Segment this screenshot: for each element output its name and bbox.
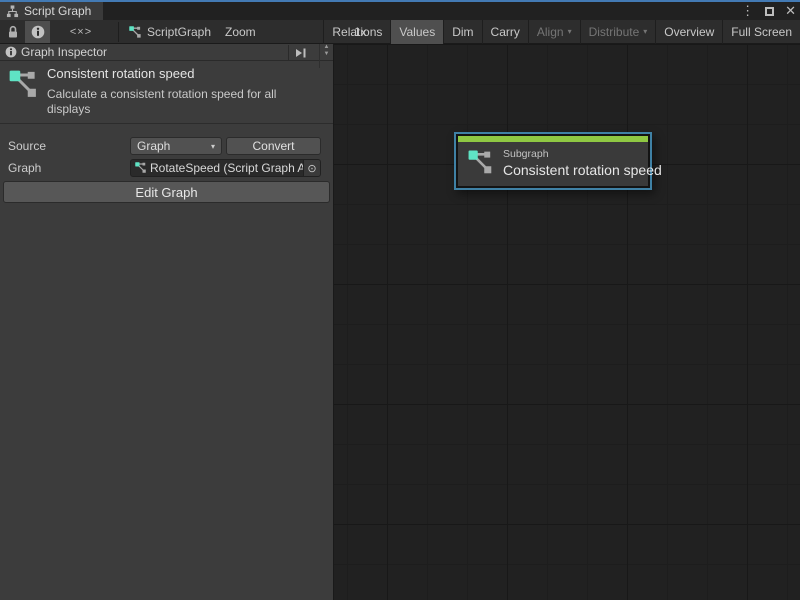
node-title: Consistent rotation speed [503,162,662,178]
tab-label: Script Graph [24,4,91,18]
toggle-label: Align [537,20,564,44]
inspector-header: Graph Inspector ▲ ▼ [0,44,333,61]
toggle-full-screen[interactable]: Full Screen [722,20,800,44]
toggle-label: Values [399,20,435,44]
tab-script-graph[interactable]: Script Graph [0,2,103,20]
lock-icon [7,25,19,39]
script-graph-window: Script Graph ⋮ ✕ <×> ScriptGraph Zoom 1x [0,0,800,600]
graph-icon-wrap [127,21,143,43]
graph-summary: Consistent rotation speed Calculate a co… [0,61,333,124]
window-maximize-icon[interactable] [765,7,774,16]
lock-button[interactable] [2,21,24,43]
code-view-button[interactable]: <×> [62,21,100,43]
code-view-icon: <×> [70,26,92,38]
header-divider [288,45,289,60]
script-graph-asset-icon [135,162,147,174]
info-icon [5,46,17,58]
window-controls: ⋮ ✕ [741,2,796,20]
convert-button-label: Convert [252,139,294,153]
toggle-label: Carry [491,20,520,44]
subgraph-icon [468,150,494,176]
graph-object-field[interactable]: RotateSpeed (Script Graph A ⊙ [130,159,321,177]
source-dropdown-value: Graph [137,139,211,153]
toggle-dim[interactable]: Dim [443,20,481,44]
toggle-label: Distribute [589,20,640,44]
node-body: Subgraph Consistent rotation speed [458,142,648,186]
graph-summary-title: Consistent rotation speed [47,66,194,81]
scroll-up-icon[interactable]: ▲ [324,44,330,51]
zoom-label: Zoom [225,20,256,44]
toggle-overview[interactable]: Overview [655,20,722,44]
subgraph-node[interactable]: Subgraph Consistent rotation speed [454,132,652,190]
edit-graph-button-label: Edit Graph [135,185,197,200]
graph-inspector-panel: Graph Inspector ▲ ▼ Consistent rotation … [0,44,334,600]
object-picker-icon[interactable]: ⊙ [303,160,320,176]
window-menu-icon[interactable]: ⋮ [741,2,754,20]
script-graph-icon [129,26,142,39]
dock-right-icon [295,47,307,59]
source-dropdown[interactable]: Graph ▾ [130,137,222,155]
dock-inspector-button[interactable] [293,46,309,59]
titlebar: Script Graph ⋮ ✕ [0,0,800,20]
toggle-label: Overview [664,20,714,44]
toggle-values[interactable]: Values [390,20,443,44]
convert-button[interactable]: Convert [226,137,321,155]
toggle-align[interactable]: Align ▾ [528,20,580,44]
dropdown-arrow-icon: ▾ [643,20,647,44]
subgraph-icon [9,70,39,100]
inspector-toggle-button[interactable] [25,21,50,43]
dropdown-arrow-icon: ▾ [211,142,215,151]
toggle-label: Full Screen [731,20,792,44]
scroll-down-icon[interactable]: ▼ [324,51,330,58]
edit-graph-button[interactable]: Edit Graph [3,181,330,203]
toggle-relations[interactable]: Relations [323,20,390,44]
info-icon [31,25,45,39]
toolbar: <×> ScriptGraph Zoom 1x Relations Values… [0,20,800,44]
node-text: Subgraph Consistent rotation speed [503,148,662,178]
toolbar-divider [118,22,119,42]
toggle-distribute[interactable]: Distribute ▾ [580,20,656,44]
source-label: Source [8,139,46,153]
graph-hierarchy-icon [6,5,19,18]
graph-object-value: RotateSpeed (Script Graph A [150,161,303,175]
graph-name-label: ScriptGraph [147,20,211,44]
window-close-icon[interactable]: ✕ [785,2,796,20]
node-type-label: Subgraph [503,148,662,160]
dropdown-arrow-icon: ▾ [568,20,572,44]
inspector-title: Graph Inspector [21,45,107,59]
graph-canvas[interactable]: Subgraph Consistent rotation speed [334,44,800,600]
toggle-carry[interactable]: Carry [482,20,528,44]
toggle-label: Relations [332,20,382,44]
graph-summary-description: Calculate a consistent rotation speed fo… [47,87,321,117]
toggle-label: Dim [452,20,473,44]
toolbar-toggle-group: Relations Values Dim Carry Align ▾ Distr… [323,20,800,44]
graph-field-label: Graph [8,161,41,175]
